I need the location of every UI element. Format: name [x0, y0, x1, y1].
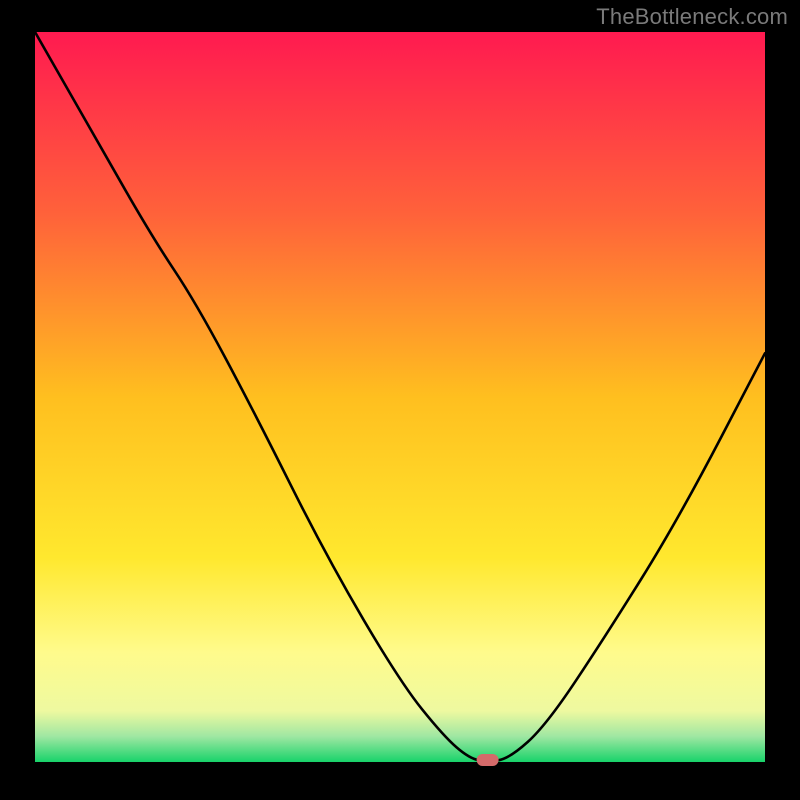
gradient-background: [35, 32, 765, 762]
bottleneck-chart: [0, 0, 800, 800]
watermark-text: TheBottleneck.com: [596, 4, 788, 30]
chart-frame: { "watermark": "TheBottleneck.com", "cha…: [0, 0, 800, 800]
optimum-marker: [477, 754, 499, 766]
